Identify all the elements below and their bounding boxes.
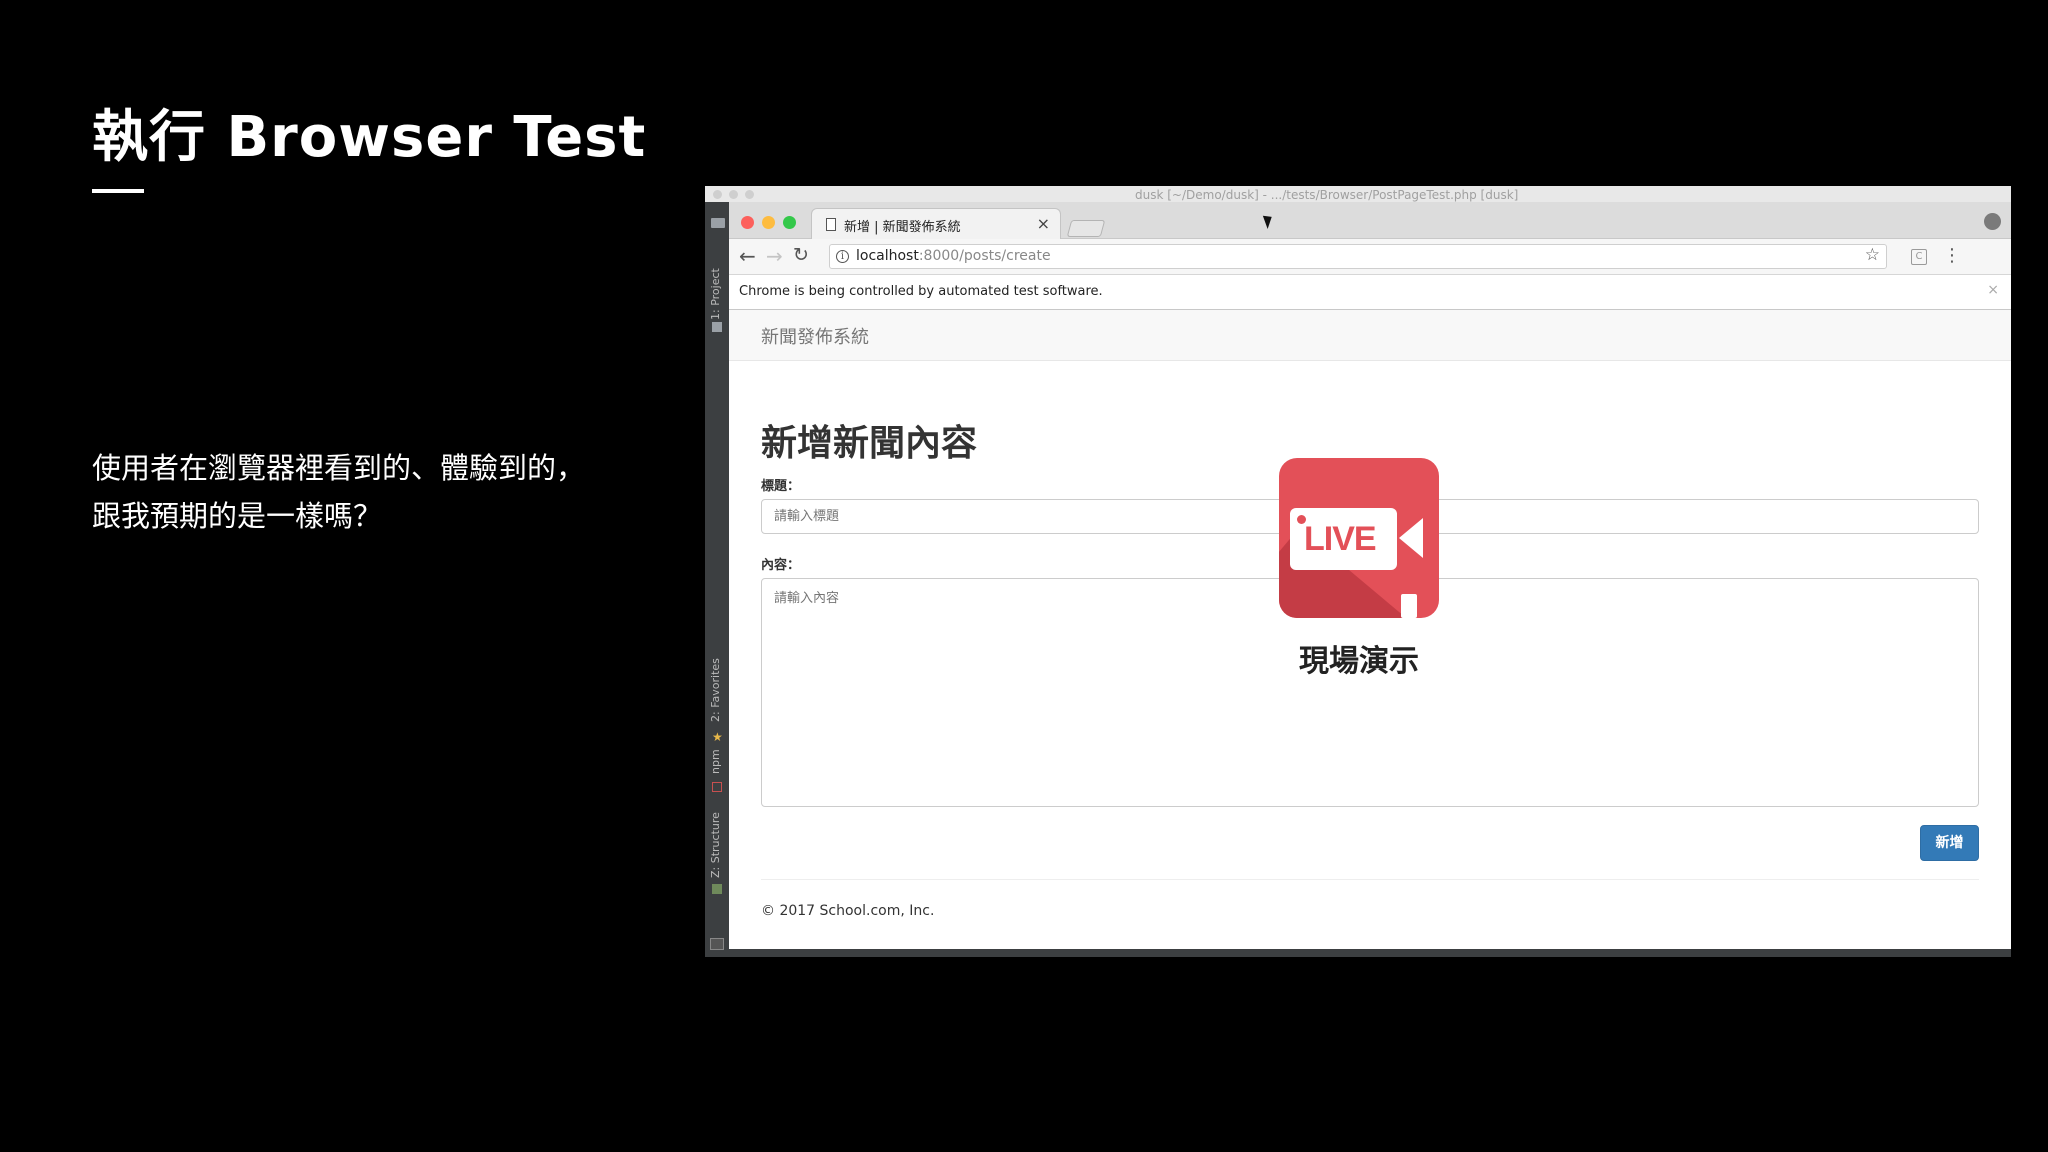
live-card: LIVE bbox=[1290, 508, 1397, 570]
new-tab-button[interactable] bbox=[1066, 220, 1106, 237]
site-navbar: 新聞發佈系統 bbox=[729, 310, 2011, 361]
ide-minimize-dot[interactable] bbox=[729, 190, 738, 199]
url-text: localhost:8000/posts/create bbox=[856, 248, 1051, 264]
url-path: :8000/posts/create bbox=[918, 248, 1051, 264]
folder-icon[interactable] bbox=[711, 218, 725, 228]
ide-tab-npm[interactable]: npm bbox=[709, 749, 722, 774]
ide-toggle-icon[interactable] bbox=[710, 938, 724, 950]
ide-close-dot[interactable] bbox=[713, 190, 722, 199]
slide-body: 使用者在瀏覽器裡看到的、體驗到的， 跟我預期的是一樣嗎？ bbox=[92, 444, 652, 540]
tab-strip: 新增 | 新聞發佈系統 × bbox=[729, 202, 2011, 239]
infobar-message: Chrome is being controlled by automated … bbox=[739, 284, 1103, 299]
npm-icon bbox=[712, 782, 722, 792]
ide-window-title: dusk [~/Demo/dusk] - .../tests/Browser/P… bbox=[1135, 188, 1519, 202]
tab-create-post[interactable]: 新增 | 新聞發佈系統 × bbox=[811, 208, 1061, 239]
forward-arrow-icon[interactable]: → bbox=[766, 244, 783, 268]
page-heading: 新增新聞內容 bbox=[761, 423, 978, 464]
title-underline bbox=[92, 189, 144, 193]
title-label: 標題： bbox=[761, 479, 801, 494]
close-icon[interactable]: × bbox=[1037, 214, 1050, 233]
profile-icon[interactable] bbox=[1984, 213, 2001, 230]
structure-icon bbox=[712, 884, 722, 894]
slide-body-line-2: 跟我預期的是一樣嗎？ bbox=[92, 499, 383, 533]
footer-divider bbox=[761, 879, 1979, 880]
tab-title: 新增 | 新聞發佈系統 bbox=[844, 220, 961, 235]
extension-icon[interactable]: C bbox=[1911, 249, 1927, 265]
minimize-window-button[interactable] bbox=[762, 216, 775, 229]
menu-dots-icon[interactable]: ⋮ bbox=[1943, 245, 1961, 266]
address-bar[interactable]: i localhost:8000/posts/create ☆ bbox=[829, 244, 1887, 269]
close-window-button[interactable] bbox=[741, 216, 754, 229]
url-host: localhost bbox=[856, 248, 919, 264]
star-icon[interactable]: ☆ bbox=[1865, 245, 1880, 265]
ide-zoom-dot[interactable] bbox=[745, 190, 754, 199]
live-badge-icon: LIVE bbox=[1279, 458, 1439, 618]
zoom-window-button[interactable] bbox=[783, 216, 796, 229]
mouse-cursor-icon bbox=[1262, 213, 1276, 229]
ide-tab-favorites[interactable]: 2: Favorites bbox=[709, 658, 722, 722]
ide-tab-project[interactable]: 1: Project bbox=[709, 268, 722, 320]
ide-tool-strip: 1: Project 2: Favorites ★ npm Z: Structu… bbox=[705, 202, 729, 957]
slide-title: 執行 Browser Test bbox=[92, 105, 647, 170]
ide-status-bar bbox=[729, 949, 2011, 957]
live-caption: 現場演示 bbox=[1299, 644, 1419, 679]
browser-toolbar: ← → ↻ i localhost:8000/posts/create ☆ C … bbox=[729, 239, 2011, 275]
infobar-close-icon[interactable]: × bbox=[1987, 282, 1999, 298]
slide-body-line-1: 使用者在瀏覽器裡看到的、體驗到的， bbox=[92, 451, 586, 485]
automation-infobar: Chrome is being controlled by automated … bbox=[729, 275, 2011, 310]
reload-icon[interactable]: ↻ bbox=[793, 244, 809, 266]
page-icon bbox=[826, 218, 836, 231]
live-text: LIVE bbox=[1304, 520, 1377, 558]
ide-tab-structure[interactable]: Z: Structure bbox=[709, 812, 722, 878]
site-footer: © 2017 School.com, Inc. bbox=[761, 903, 935, 919]
ide-titlebar: dusk [~/Demo/dusk] - .../tests/Browser/P… bbox=[705, 186, 2011, 202]
plug-icon bbox=[1401, 594, 1417, 618]
content-label: 內容： bbox=[761, 558, 801, 573]
back-arrow-icon[interactable]: ← bbox=[739, 244, 756, 268]
camera-lens-icon bbox=[1399, 518, 1423, 558]
info-icon[interactable]: i bbox=[836, 250, 849, 263]
project-icon bbox=[712, 322, 722, 332]
site-brand[interactable]: 新聞發佈系統 bbox=[761, 323, 869, 349]
submit-button[interactable]: 新增 bbox=[1920, 825, 1979, 861]
star-icon: ★ bbox=[712, 730, 723, 744]
